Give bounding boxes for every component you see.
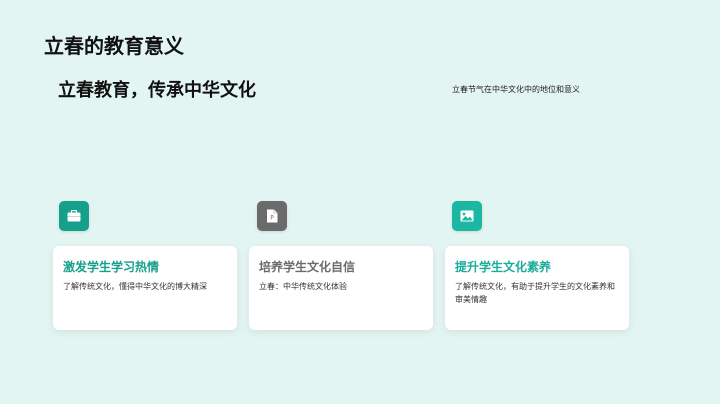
briefcase-icon <box>59 201 89 231</box>
card-motivate-learning: 激发学生学习热情 了解传统文化，懂得中华文化的博大精深 <box>53 246 237 330</box>
slide-subtitle: 立春教育，传承中华文化 <box>58 80 256 101</box>
card-title: 提升学生文化素养 <box>455 260 552 274</box>
card-title: 激发学生学习热情 <box>63 260 160 274</box>
svg-text:P: P <box>270 215 274 222</box>
card-cultural-confidence: 培养学生文化自信 立春：中华传统文化体验 <box>249 246 433 330</box>
side-note: 立春节气在中华文化中的地位和意义 <box>452 85 580 94</box>
card-title: 培养学生文化自信 <box>259 260 356 274</box>
card-body: 了解传统文化，有助于提升学生的文化素养和审美情趣 <box>455 282 615 304</box>
card-cultural-literacy: 提升学生文化素养 了解传统文化，有助于提升学生的文化素养和审美情趣 <box>445 246 629 330</box>
slide-title: 立春的教育意义 <box>44 34 184 58</box>
slide: 立春的教育意义 立春教育，传承中华文化 立春节气在中华文化中的地位和意义 激发学… <box>0 0 720 404</box>
image-icon <box>452 201 482 231</box>
card-body: 了解传统文化，懂得中华文化的博大精深 <box>63 282 207 291</box>
card-body: 立春：中华传统文化体验 <box>259 282 347 291</box>
document-icon: P <box>257 201 287 231</box>
